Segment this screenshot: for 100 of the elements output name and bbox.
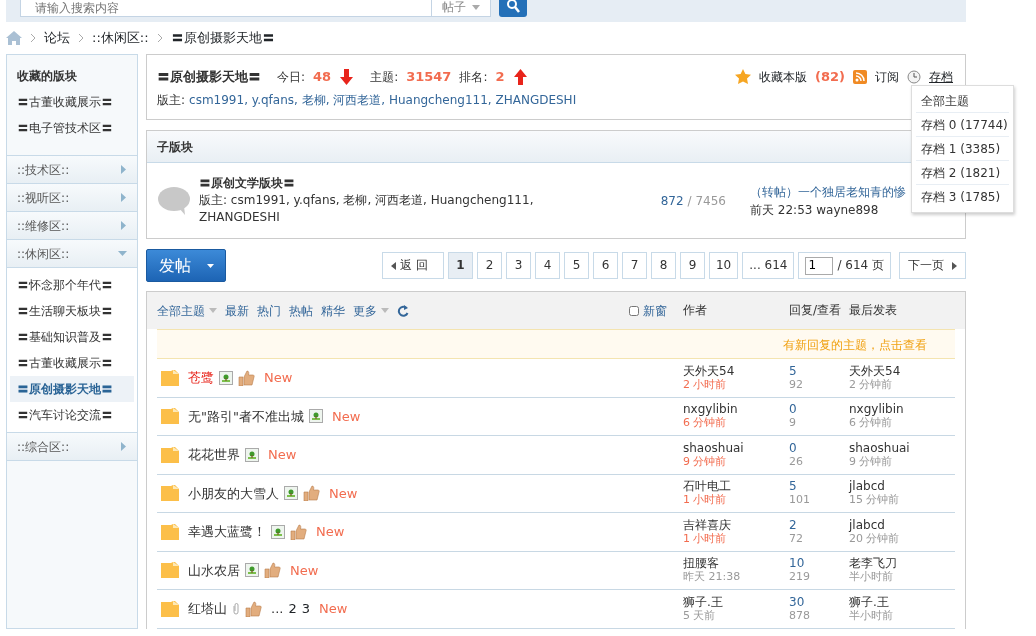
menu-item[interactable]: 存档 3 (1785) [916,185,1009,209]
post-time: 1 小时前 [683,531,728,545]
page-button[interactable]: 7 [621,252,647,279]
caret-right-icon [952,261,957,270]
sidebar-group[interactable]: ::技术区:: [7,155,137,183]
filter-link[interactable]: 精华 [321,301,345,320]
thread-title[interactable]: 红塔山 [188,599,227,619]
author-name[interactable]: 天外天54 [683,364,789,378]
menu-item[interactable]: 存档 1 (3385) [916,137,1009,161]
sidebar-item[interactable]: 〓原创摄影天地〓 [10,376,134,402]
back-button[interactable]: 返 回 [381,252,444,279]
author-name[interactable]: nxgylibin [683,403,789,417]
scope-dropdown[interactable]: 帖子 [431,0,491,17]
subforum-title[interactable]: 〓原创文学版块〓 [199,175,653,192]
last-poster[interactable]: nxgylibin [849,403,955,417]
subscribe-link[interactable]: 订阅 [875,67,899,86]
page-button[interactable]: 10 [708,252,739,279]
group-label: ::休闲区:: [17,245,70,263]
last-poster[interactable]: 天外天54 [849,364,955,378]
page-input[interactable]: 1 [805,256,834,275]
last-poster[interactable]: jlabcd [849,480,955,494]
page-button[interactable]: 3 [505,252,531,279]
rss-icon[interactable] [853,69,867,84]
menu-item[interactable]: 存档 0 (17744) [916,113,1009,137]
sidebar-group[interactable]: ::综合区:: [7,432,137,460]
page-button[interactable]: 2 [476,252,502,279]
thread-title[interactable]: 幸遇大蓝鹭！ [188,522,266,542]
author-name[interactable]: 扭腰客 [683,557,789,571]
page-button[interactable]: 6 [592,252,618,279]
page-button[interactable]: 5 [563,252,589,279]
refresh-icon[interactable] [397,304,409,317]
breadcrumb-link[interactable]: ::休闲区:: [92,28,149,48]
moderator-label: 版主: [157,92,186,107]
sidebar-item[interactable]: 〓怀念那个年代〓 [10,272,134,298]
stat-value: 31547 [406,68,452,86]
new-label: New [318,600,348,618]
last-poster[interactable]: 狮子.王 [849,595,955,609]
sidebar-item[interactable]: 〓古董收藏展示〓 [17,89,127,115]
page-button[interactable]: 4 [534,252,560,279]
sidebar-item[interactable]: 〓古董收藏展示〓 [10,350,134,376]
view-count: 26 [789,454,804,468]
sidebar-item[interactable]: 〓基础知识普及〓 [10,324,134,350]
view-count: 9 [789,416,797,430]
checkbox[interactable] [629,305,639,316]
sidebar-group[interactable]: ::休闲区:: [7,239,137,267]
thread-title[interactable]: 山水农居 [188,560,240,580]
home-icon[interactable] [6,31,22,45]
page-button[interactable]: ... 614 [742,252,795,279]
menu-item[interactable]: 全部主题 [916,89,1009,113]
folder-icon [161,408,179,425]
search-button[interactable] [499,0,527,17]
star-icon[interactable] [735,68,751,85]
author-name[interactable]: shaoshuai [683,441,789,455]
thread-title[interactable]: 无"路引"者不准出城 [188,406,304,426]
last-post-time: 2 分钟前 [849,377,894,391]
clock-icon[interactable] [907,69,921,84]
thread-title[interactable]: 小朋友的大雪人 [188,483,279,503]
last-post-time: 15 分钟前 [849,493,901,507]
author-name[interactable]: 吉祥喜庆 [683,518,789,532]
moderator-links[interactable]: csm1991, y.qfans, 老柳, 河西老道, Huangcheng111, ZHANGDESHI [189,92,577,107]
page-link[interactable]: 2 [288,599,297,619]
filter-link[interactable]: 热帖 [289,301,313,320]
breadcrumb-link[interactable]: 〓原创摄影天地〓 [170,28,275,48]
filter-link[interactable]: 最新 [225,301,249,320]
new-post-button[interactable]: 发帖 [146,249,226,282]
stat-label: 今日: [277,68,306,86]
sidebar-item[interactable]: 〓生活聊天板块〓 [10,298,134,324]
folder-icon [161,485,179,502]
favorite-link[interactable]: 收藏本版 [759,67,807,86]
author-name[interactable]: 石叶电工 [683,480,789,494]
sidebar-group[interactable]: ::维修区:: [7,211,137,239]
filter-link[interactable]: 全部主题 [157,301,217,320]
last-poster[interactable]: jlabcd [849,518,955,532]
group-label: ::技术区:: [17,161,70,179]
breadcrumb-link[interactable]: 论坛 [44,28,70,48]
post-time: 6 分钟前 [683,416,728,430]
view-count: 219 [789,570,811,584]
next-button[interactable]: 下一页 [899,252,966,279]
page-button[interactable]: 8 [650,252,676,279]
last-poster[interactable]: shaoshuai [849,441,955,455]
search-field[interactable]: 请输入搜索内容 [20,0,432,17]
page-link[interactable]: 3 [301,599,310,619]
author-name[interactable]: 狮子.王 [683,595,789,609]
filter-link[interactable]: 热门 [257,301,281,320]
page-button[interactable]: 1 [447,252,473,279]
page-button[interactable]: 9 [679,252,705,279]
archive-link[interactable]: 存档 [929,67,953,86]
last-poster[interactable]: 老李飞刀 [849,557,955,571]
filter-link[interactable]: 更多 [353,301,389,320]
group-label: ::维修区:: [17,217,70,235]
new-window-checkbox[interactable]: 新窗 [629,301,667,320]
reply-count: 5 [789,480,798,494]
sidebar-heading: 收藏的版块 [17,68,78,85]
sidebar-group[interactable]: ::视听区:: [7,183,137,211]
menu-item[interactable]: 存档 2 (1821) [916,161,1009,185]
sidebar-item[interactable]: 〓汽车讨论交流〓 [10,402,134,428]
stat-label: 主题: [370,68,399,86]
sidebar-item[interactable]: 〓电子管技术区〓 [17,115,127,141]
thread-title[interactable]: 苍鹭 [188,368,214,388]
thread-title[interactable]: 花花世界 [188,445,240,465]
